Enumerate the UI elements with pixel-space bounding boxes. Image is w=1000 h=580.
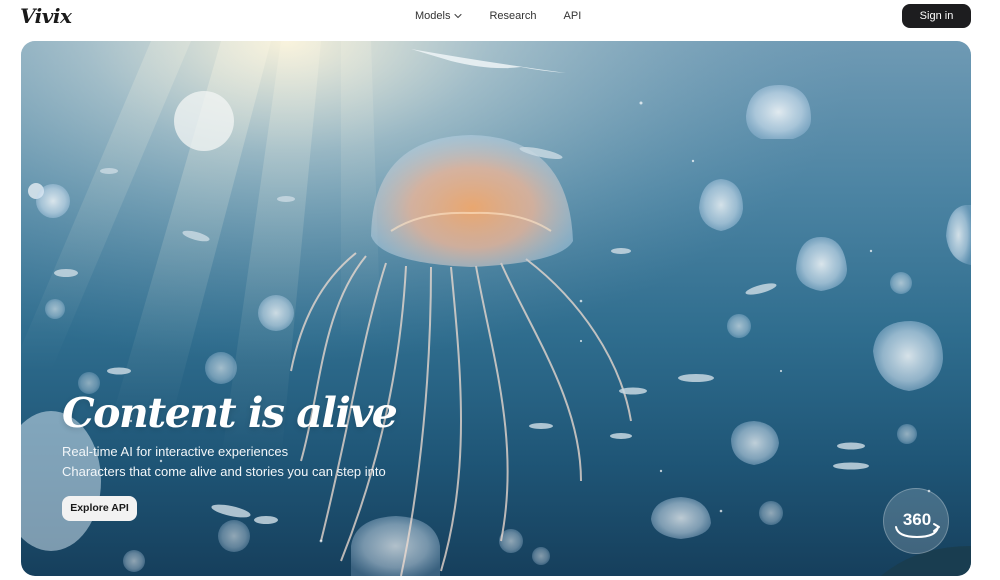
hero-headline: Content is alive [62,389,398,437]
nav-item-label: Models [415,10,451,22]
hero-banner: Content is alive Real-time AI for intera… [21,41,971,576]
hero-subline-2: Characters that come alive and stories y… [62,464,386,479]
360-view-button[interactable]: 360 [883,488,949,554]
logo-wordmark: Vivix [20,4,72,28]
360-label: 360 [902,510,932,529]
nav-item-models[interactable]: Models [415,9,463,23]
nav-item-api[interactable]: API [564,9,582,23]
sign-in-button[interactable]: Sign in [902,4,971,28]
vivix-logo[interactable]: Vivix [20,4,78,30]
hero-subline-1: Real-time AI for interactive experiences [62,444,289,459]
jellyfish-ocean-image [21,41,971,576]
nav-item-label: Research [489,10,537,22]
nav-item-label: API [563,10,582,22]
chevron-down-icon [454,13,463,19]
nav-item-research[interactable]: Research [489,9,536,23]
explore-api-button[interactable]: Explore API [62,496,137,521]
top-nav: Vivix Models Research API Sign in [0,0,1000,34]
nav-links: Models Research API [415,9,581,23]
